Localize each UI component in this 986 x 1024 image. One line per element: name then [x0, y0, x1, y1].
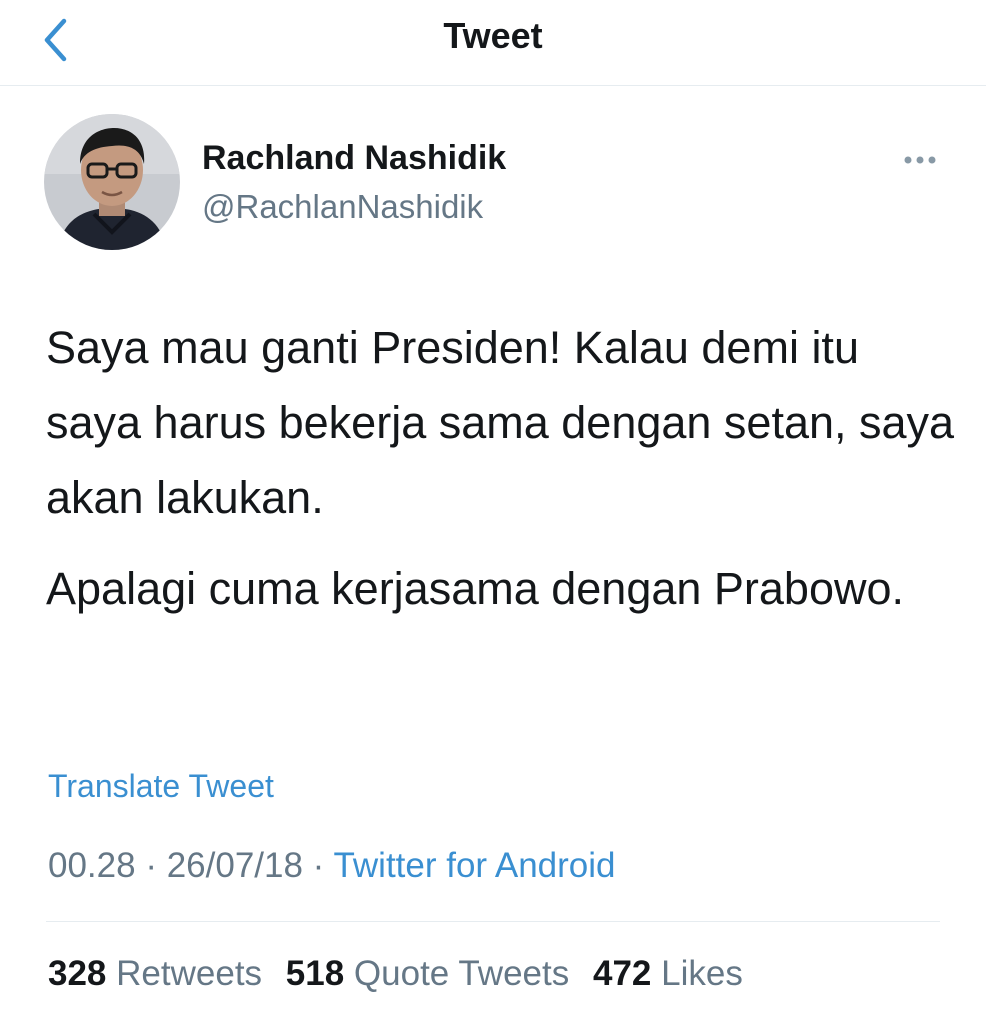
author-handle[interactable]: @RachlanNashidik: [202, 187, 483, 227]
tweet-time: 00.28: [48, 846, 136, 885]
divider: [46, 921, 940, 922]
tweet-paragraph: Saya mau ganti Presiden! Kalau demi itu …: [46, 322, 955, 523]
quotes-label: Quote Tweets: [353, 954, 570, 993]
meta-separator: ·: [302, 846, 334, 885]
retweets-stat[interactable]: 328 Retweets: [48, 954, 262, 993]
engagement-stats: 328 Retweets 518 Quote Tweets 472 Likes: [48, 952, 743, 996]
meta-separator: ·: [135, 846, 167, 885]
quote-tweets-stat[interactable]: 518 Quote Tweets: [286, 954, 569, 993]
retweets-label: Retweets: [116, 954, 263, 993]
likes-stat[interactable]: 472 Likes: [593, 954, 743, 993]
tweet-source-link[interactable]: Twitter for Android: [333, 846, 615, 885]
tweet-text: Saya mau ganti Presiden! Kalau demi itu …: [46, 310, 956, 626]
more-options-button[interactable]: [896, 146, 944, 174]
quotes-count: 518: [285, 954, 345, 993]
author-name[interactable]: Rachland Nashidik: [202, 138, 506, 178]
tweet-date: 26/07/18: [166, 846, 303, 885]
likes-label: Likes: [661, 954, 743, 993]
likes-count: 472: [592, 954, 652, 993]
retweets-count: 328: [48, 954, 107, 993]
tweet-meta: 00.28 · 26/07/18 · Twitter for Android: [48, 844, 616, 888]
top-bar: Tweet: [0, 0, 986, 86]
translate-tweet-link[interactable]: Translate Tweet: [48, 766, 274, 806]
ellipsis-icon: [904, 156, 936, 164]
avatar[interactable]: [44, 114, 180, 250]
tweet-paragraph: Apalagi cuma kerjasama dengan Prabowo.: [46, 563, 905, 614]
page-title: Tweet: [443, 15, 543, 56]
profile-photo: [44, 114, 180, 250]
